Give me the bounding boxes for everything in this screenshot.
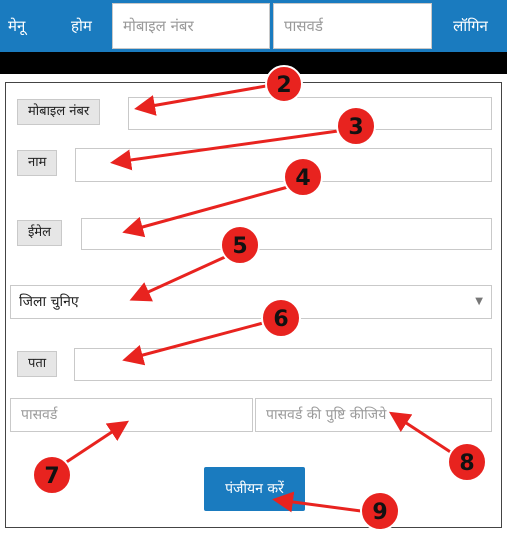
chevron-down-icon: ▼ — [475, 296, 483, 307]
address-label: पता — [17, 351, 58, 377]
name-label: नाम — [17, 150, 58, 176]
mobile-number-field[interactable] — [128, 97, 492, 130]
login-button[interactable]: लॉगिन — [434, 0, 507, 52]
district-select-value: जिला चुनिए — [19, 294, 79, 310]
email-label: ईमेल — [17, 220, 62, 246]
password-field[interactable] — [10, 398, 253, 432]
top-navbar: मेनू होम लॉगिन — [0, 0, 507, 52]
login-mobile-input[interactable] — [112, 3, 270, 49]
menu-link[interactable]: मेनू — [8, 0, 25, 52]
email-field[interactable] — [81, 218, 492, 250]
login-password-input[interactable] — [273, 3, 432, 49]
mobile-label: मोबाइल नंबर — [17, 99, 101, 125]
address-field[interactable] — [74, 348, 492, 381]
district-select[interactable]: जिला चुनिए ▼ — [10, 285, 492, 319]
header-divider — [0, 52, 507, 74]
name-field[interactable] — [75, 148, 492, 182]
confirm-password-field[interactable] — [255, 398, 492, 432]
register-button[interactable]: पंजीयन करें — [204, 467, 305, 511]
home-link[interactable]: होम — [71, 0, 92, 52]
